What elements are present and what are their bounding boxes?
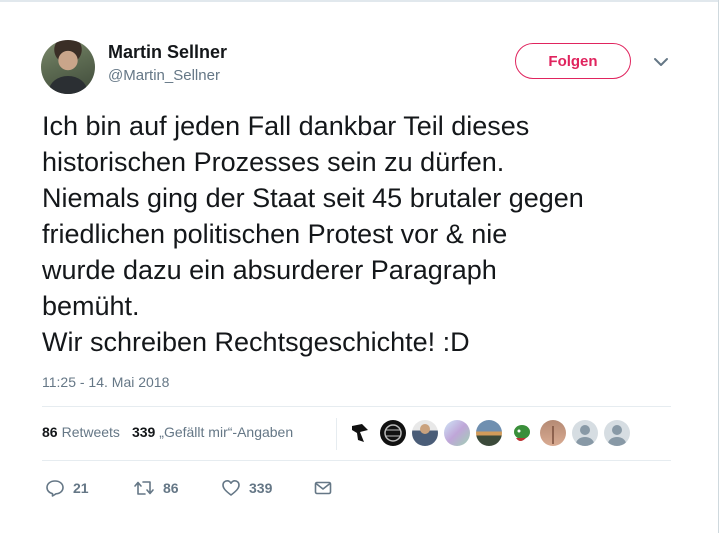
reply-count: 21 <box>73 480 89 496</box>
top-border <box>0 0 719 2</box>
reply-icon <box>46 480 64 497</box>
liker-avatar[interactable] <box>348 420 374 446</box>
liker-avatar[interactable] <box>508 420 534 446</box>
author-avatar[interactable] <box>41 40 95 94</box>
tweet-actions: 21 86 339 <box>45 478 333 498</box>
envelope-icon <box>314 481 332 495</box>
chevron-down-icon[interactable] <box>652 55 670 69</box>
direct-message-button[interactable] <box>313 478 333 498</box>
liker-avatars <box>348 420 630 446</box>
liker-avatar-default[interactable] <box>572 420 598 446</box>
retweet-count: 86 <box>163 480 179 496</box>
engagement-stats: 86 Retweets 339 „Gefällt mir“-Angaben <box>42 424 293 440</box>
like-count: 339 <box>249 480 273 496</box>
tweet-timestamp[interactable]: 11:25 - 14. Mai 2018 <box>42 374 169 390</box>
stats-separator <box>336 418 337 450</box>
liker-avatar[interactable] <box>444 420 470 446</box>
author-name[interactable]: Martin Sellner <box>108 42 227 63</box>
tweet-text: Ich bin auf jeden Fall dankbar Teil dies… <box>42 111 584 357</box>
author-handle[interactable]: @Martin_Sellner <box>108 67 220 84</box>
like-button[interactable]: 339 <box>221 478 313 498</box>
follow-button[interactable]: Folgen <box>515 43 631 79</box>
retweets-stat[interactable]: 86 Retweets <box>42 424 120 440</box>
liker-avatar-default[interactable] <box>604 420 630 446</box>
heart-icon <box>222 480 240 496</box>
liker-avatar[interactable] <box>412 420 438 446</box>
retweet-button[interactable]: 86 <box>133 478 221 498</box>
likes-stat[interactable]: 339 „Gefällt mir“-Angaben <box>132 424 293 440</box>
likes-count: 339 <box>131 424 156 440</box>
retweet-icon <box>134 481 154 495</box>
liker-avatar[interactable] <box>540 420 566 446</box>
retweets-label: Retweets <box>61 424 120 440</box>
liker-avatar[interactable] <box>380 420 406 446</box>
divider-bottom <box>42 460 671 461</box>
liker-avatar[interactable] <box>476 420 502 446</box>
reply-button[interactable]: 21 <box>45 478 133 498</box>
likes-label: „Gefällt mir“-Angaben <box>159 424 294 440</box>
retweets-count: 86 <box>42 424 58 440</box>
divider-top <box>42 406 671 407</box>
